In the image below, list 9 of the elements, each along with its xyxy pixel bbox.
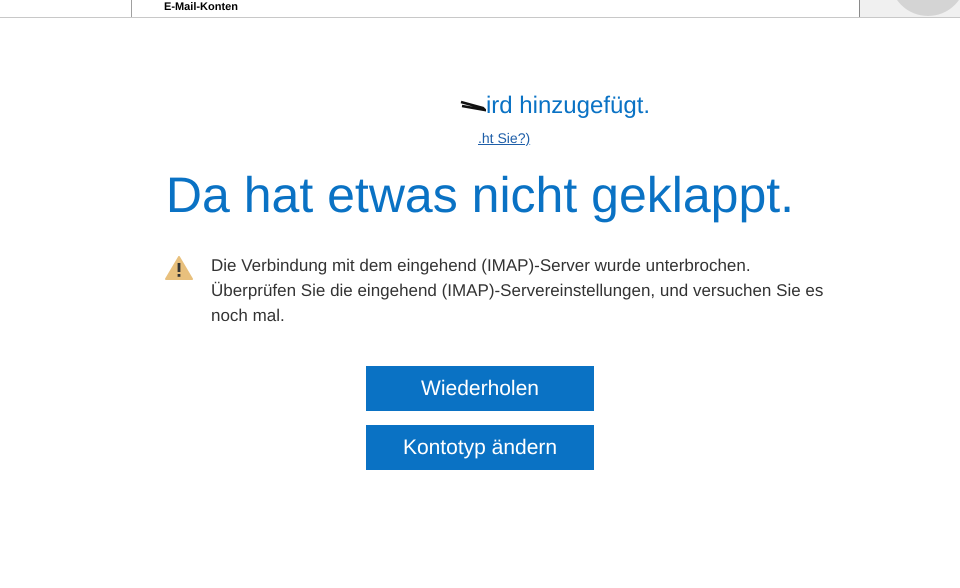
help-link[interactable]: .ht Sie?) xyxy=(478,128,530,149)
status-text: ird hinzugefügt. xyxy=(486,91,650,121)
warning-icon xyxy=(165,256,193,280)
error-message: Die Verbindung mit dem eingehend (IMAP)-Server wurde unterbrochen. Überprüfen Sie die eingehend (IMAP)-Servereinstellungen, und versuchen Sie es noch mal. xyxy=(211,255,824,327)
scribble-mark xyxy=(460,99,486,113)
action-button[interactable]: Kontotyp ändern xyxy=(366,425,594,470)
section-heading: E-Mail-Konten xyxy=(164,1,238,14)
action-button[interactable]: Wiederholen xyxy=(366,366,594,411)
error-title: Da hat etwas nicht geklappt. xyxy=(166,166,794,225)
